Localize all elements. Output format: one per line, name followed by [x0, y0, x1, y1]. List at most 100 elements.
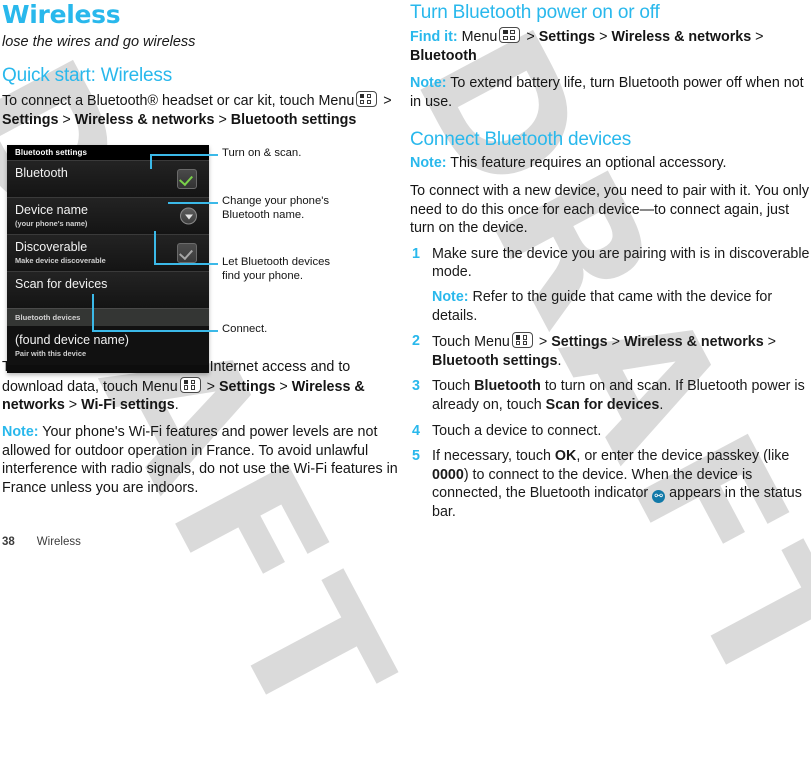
- note-text: Refer to the guide that came with the de…: [432, 288, 773, 324]
- find-it-paragraph: Find it: Menu > Settings > Wireless & ne…: [410, 27, 810, 65]
- ok-button-label: OK: [554, 448, 577, 465]
- page-title: Wireless: [2, 0, 121, 29]
- callout-label-connect: Connect.: [222, 323, 268, 336]
- connect-intro-paragraph: To connect with a new device, you need t…: [410, 182, 809, 237]
- note-text: To extend battery life, turn Bluetooth p…: [410, 75, 804, 110]
- page-footer: 38 Wireless: [2, 536, 81, 548]
- passkey-value: 0000: [432, 466, 464, 483]
- manual-page: Wireless lose the wires and go wireless …: [0, 0, 811, 556]
- wifi-settings-label: Wi-Fi settings: [81, 397, 175, 414]
- list-item: 5 If necessary, touch OK, or enter the de…: [410, 447, 810, 522]
- callout-line-4-horizontal: [92, 330, 218, 333]
- settings-row-label: Discoverable: [15, 240, 88, 255]
- step-number: 3: [412, 378, 420, 395]
- bluetooth-label: Bluetooth: [410, 47, 477, 64]
- quick-start-intro-text: To connect a Bluetooth® headset or car k…: [2, 93, 355, 109]
- list-item: 3 Touch Bluetooth to turn on and scan. If…: [410, 377, 810, 414]
- step-text: Touch a device to connect.: [432, 422, 602, 439]
- callout-label-change-name: Change your phone's Bluetooth name.: [222, 195, 329, 222]
- note-label: Note:: [410, 75, 447, 92]
- separator-gt: >: [767, 334, 777, 351]
- wifi-note-paragraph: Note: Your phone's Wi-Fi features and po…: [2, 423, 398, 497]
- settings-row-label: Device name: [15, 203, 88, 218]
- connect-steps-list: 1 Make sure the device you are pairing w…: [410, 245, 810, 522]
- settings-row-discoverable[interactable]: Discoverable Make device discoverable: [7, 234, 209, 272]
- bluetooth-settings-label: Bluetooth settings: [230, 111, 357, 128]
- callout-line-4-vertical: [92, 294, 94, 333]
- menu-key-icon: [511, 332, 533, 349]
- separator-gt: >: [218, 111, 227, 128]
- power-note-paragraph: Note: To extend battery life, turn Bluet…: [410, 74, 810, 111]
- callout-line-text: Bluetooth name.: [222, 208, 305, 221]
- step-number: 1: [412, 245, 420, 262]
- separator-gt: >: [206, 378, 216, 395]
- period: .: [557, 352, 562, 369]
- footer-chapter: Wireless: [36, 536, 81, 548]
- step-number: 4: [412, 422, 420, 439]
- right-column: Turn Bluetooth power on or off Find it: …: [410, 0, 810, 522]
- page-subtitle: lose the wires and go wireless: [2, 34, 196, 50]
- step-number: 2: [412, 333, 420, 350]
- callout-line-text: find your phone.: [222, 269, 304, 282]
- separator-gt: >: [538, 334, 548, 351]
- callout-line-1-vertical: [150, 155, 152, 170]
- settings-label: Settings: [219, 378, 276, 395]
- period: .: [659, 396, 664, 413]
- settings-label: Settings: [2, 111, 59, 128]
- settings-row-bluetooth[interactable]: Bluetooth: [7, 160, 209, 198]
- left-column: Wireless lose the wires and go wireless …: [2, 0, 398, 497]
- discoverable-toggle-checkbox[interactable]: [177, 243, 197, 264]
- callout-line-2-horizontal: [168, 202, 218, 205]
- callout-label-let-devices-find: Let Bluetooth devices find your phone.: [222, 256, 330, 283]
- wireless-networks-label: Wireless & networks: [623, 334, 764, 351]
- scan-for-devices-label: Scan for devices: [545, 396, 660, 413]
- bluetooth-indicator-icon: ⚯: [652, 490, 666, 504]
- callout-line-text: Let Bluetooth devices: [222, 256, 331, 269]
- settings-label: Settings: [551, 334, 608, 351]
- callout-line-3-vertical: [154, 231, 156, 266]
- page-number: 38: [2, 536, 15, 548]
- device-name-dropdown-icon[interactable]: [180, 207, 197, 225]
- separator-gt: >: [599, 29, 608, 45]
- callout-label-turn-on-scan: Turn on & scan.: [222, 147, 302, 160]
- settings-row-sublabel: (your phone's name): [15, 219, 88, 229]
- step-text: , or enter the device passkey (like: [576, 448, 790, 465]
- settings-row-scan-for-devices[interactable]: Scan for devices: [7, 271, 209, 309]
- note-label: Note:: [2, 423, 39, 440]
- step-text: If necessary, touch: [432, 448, 551, 465]
- callout-line-text: Change your phone's: [222, 195, 330, 208]
- wireless-networks-label: Wireless & networks: [611, 29, 752, 45]
- separator-gt: >: [279, 378, 288, 395]
- note-text: Your phone's Wi-Fi features and power le…: [2, 423, 398, 496]
- note-label: Note:: [432, 288, 469, 305]
- period: .: [174, 397, 179, 414]
- found-device-sublabel: Pair with this device: [15, 349, 87, 359]
- phone-screenshot: Bluetooth settings Bluetooth Device name…: [7, 145, 209, 374]
- separator-gt: >: [755, 29, 764, 45]
- step-text: Touch Menu: [432, 334, 510, 351]
- bluetooth-devices-section-header: Bluetooth devices: [7, 308, 209, 327]
- menu-key-icon: [179, 376, 201, 393]
- bluetooth-settings-label: Bluetooth settings: [432, 352, 558, 369]
- list-item: 1 Make sure the device you are pairing w…: [410, 245, 810, 325]
- step-sub-note: Note: Refer to the guide that came with …: [432, 288, 810, 325]
- callout-line-3-horizontal: [154, 263, 218, 266]
- separator-gt: >: [611, 334, 620, 351]
- separator-gt: >: [526, 29, 535, 45]
- separator-gt: >: [383, 93, 392, 109]
- separator-gt: >: [68, 397, 78, 414]
- bluetooth-settings-figure: Bluetooth settings Bluetooth Device name…: [2, 141, 398, 374]
- list-item: 2 Touch Menu > Settings > Wireless & netw…: [410, 332, 810, 370]
- found-device-label: (found device name): [15, 333, 129, 348]
- section-heading-connect-devices: Connect Bluetooth devices: [410, 129, 632, 151]
- phone-bottom-edge: [7, 365, 209, 374]
- menu-key-icon: [499, 27, 521, 43]
- settings-row-label: Bluetooth: [15, 166, 68, 181]
- step-number: 5: [412, 448, 420, 465]
- section-heading-quick-start: Quick start: Wireless: [2, 65, 172, 86]
- bluetooth-toggle-checkbox[interactable]: [177, 169, 197, 190]
- settings-row-label: Scan for devices: [15, 277, 108, 292]
- callout-line-1-horizontal: [150, 154, 218, 157]
- wireless-networks-label: Wireless & networks: [74, 111, 215, 128]
- list-item: 4 Touch a device to connect.: [410, 422, 810, 441]
